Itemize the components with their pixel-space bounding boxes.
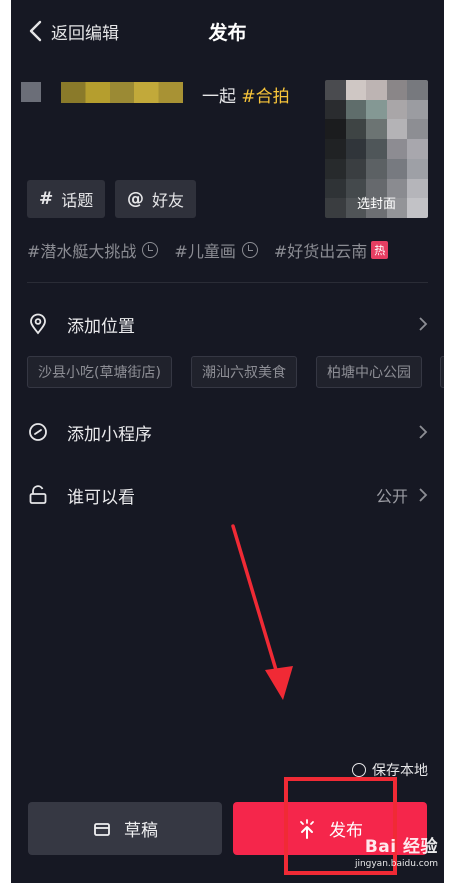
clock-icon (142, 242, 159, 258)
blurred-avatar (21, 82, 41, 102)
radio-icon (352, 763, 366, 777)
topic-label: 话题 (61, 191, 94, 210)
location-suggestion[interactable]: 沙县小吃(草塘街店) (27, 356, 172, 388)
caption-input[interactable]: 一起 #合拍 (202, 82, 290, 107)
add-mini-program-label: 添加小程序 (67, 424, 152, 445)
add-mini-program-row[interactable]: 添加小程序 (27, 412, 428, 452)
location-suggestion-more[interactable] (440, 356, 444, 388)
location-pin-icon (30, 313, 46, 335)
page-title: 发布 (208, 22, 247, 44)
visibility-row[interactable]: 谁可以看 公开 (27, 475, 428, 515)
chevron-right-icon (419, 488, 428, 502)
draft-button[interactable]: 草稿 (28, 802, 222, 855)
hot-topic-label: #潜水艇大挑战 (27, 242, 137, 261)
divider (27, 282, 428, 283)
hot-topic-item[interactable]: #潜水艇大挑战 (27, 238, 159, 262)
hot-topics-row: #潜水艇大挑战 #儿童画 #好货出云南 热 (27, 238, 404, 262)
location-suggestion[interactable]: 柏塘中心公园 (316, 356, 422, 388)
select-cover-button[interactable]: 选封面 (325, 80, 428, 218)
lock-icon (29, 485, 47, 504)
add-location-row[interactable]: 添加位置 (27, 304, 428, 344)
topic-button[interactable]: # 话题 (27, 180, 106, 218)
caption-text: 一起 (202, 87, 236, 107)
watermark-brand: Bai 经验 (364, 837, 438, 857)
hot-topic-label: #好货出云南 (273, 242, 368, 261)
mention-friend-button[interactable]: @ 好友 (115, 180, 197, 218)
visibility-label: 谁可以看 (67, 487, 135, 508)
friend-label: 好友 (152, 191, 185, 210)
blurred-username (61, 82, 183, 103)
add-location-label: 添加位置 (67, 316, 135, 337)
cover-label: 选封面 (356, 197, 396, 212)
annotation-arrow (231, 524, 293, 700)
draft-box-icon (94, 822, 110, 836)
at-icon: @ (127, 189, 144, 209)
hot-topic-item[interactable]: #儿童画 (174, 238, 258, 262)
hot-badge: 热 (371, 241, 389, 259)
visibility-value: 公开 (375, 487, 408, 506)
watermark-site: jingyan.baidu.com (354, 859, 438, 869)
draft-label: 草稿 (124, 821, 158, 841)
publish-screen: 返回编辑 发布 一起 #合拍 选封面 # 话题 @ 好友 #潜水艇大挑战 #儿童… (11, 0, 444, 883)
caption-hashtag: #合拍 (241, 87, 290, 107)
watermark: Bai 经验 jingyan.baidu.com (355, 832, 438, 869)
hot-topic-label: #儿童画 (174, 242, 236, 261)
chevron-right-icon (419, 425, 428, 439)
link-icon (29, 423, 47, 441)
location-suggestion[interactable]: 潮汕六叔美食 (191, 356, 297, 388)
clock-icon (241, 242, 258, 258)
hot-topic-item[interactable]: #好货出云南 热 (273, 238, 389, 262)
chevron-right-icon (419, 317, 428, 331)
hashtag-icon: # (39, 189, 54, 209)
